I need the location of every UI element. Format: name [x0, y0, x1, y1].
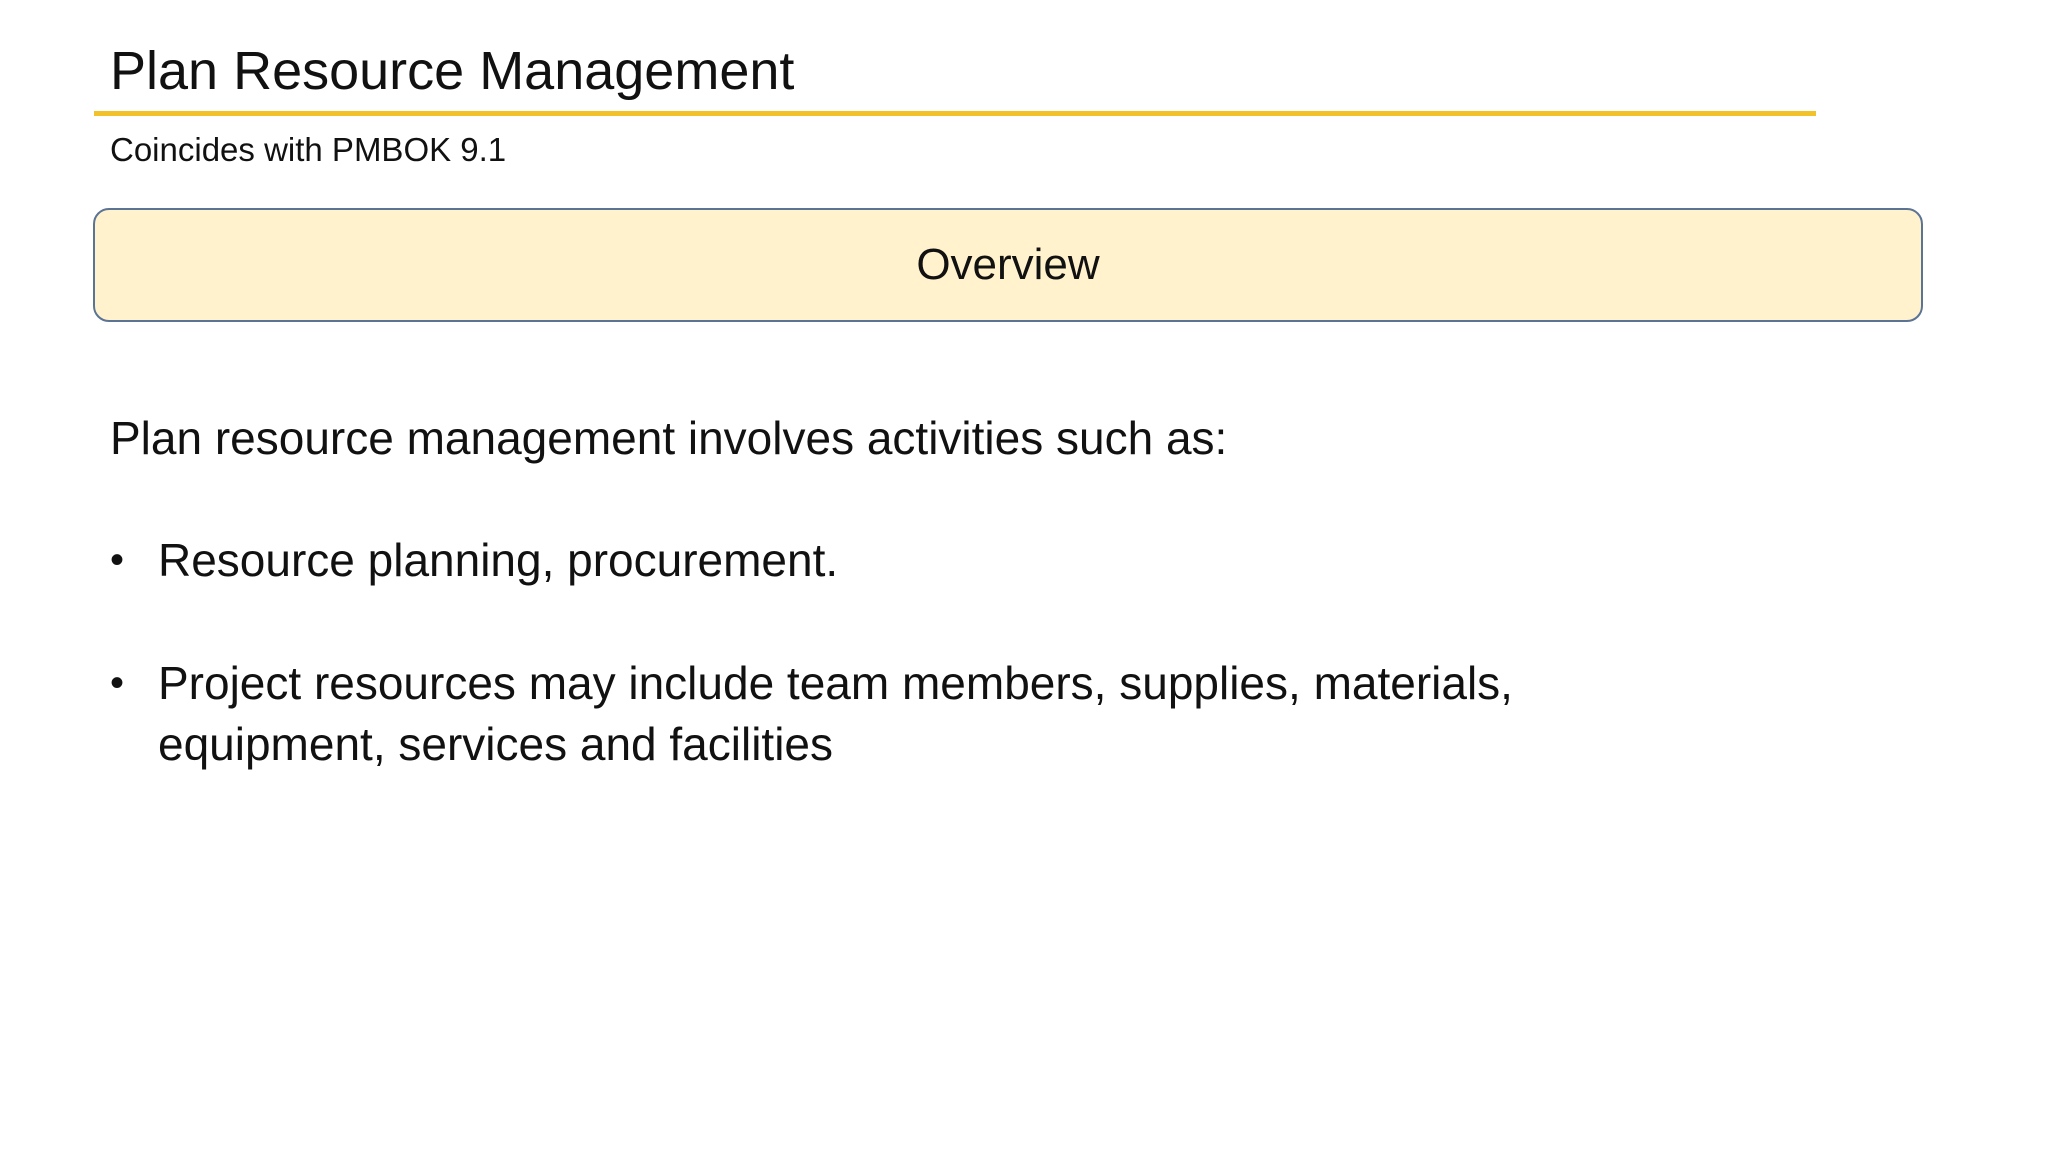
intro-text: Plan resource management involves activi… — [110, 412, 1228, 464]
title-underline — [94, 111, 1816, 116]
bullet-icon: • — [110, 538, 125, 582]
bullet-text: Project resources may include team membe… — [158, 657, 1513, 770]
bullet-text: Resource planning, procurement. — [158, 534, 839, 586]
slide-title: Plan Resource Management — [110, 41, 795, 101]
bullet-icon: • — [110, 661, 125, 705]
overview-label: Overview — [916, 240, 1100, 289]
overview-banner: Overview — [93, 208, 1923, 322]
slide-subtitle: Coincides with PMBOK 9.1 — [110, 131, 507, 168]
bullet-list: • Resource planning, procurement. • Proj… — [110, 530, 1690, 837]
bullet-item-project-resources: • Project resources may include team mem… — [110, 653, 1690, 775]
slide: Plan Resource Management Coincides with … — [0, 0, 2048, 1152]
bullet-item-resource-planning: • Resource planning, procurement. — [110, 530, 1690, 591]
